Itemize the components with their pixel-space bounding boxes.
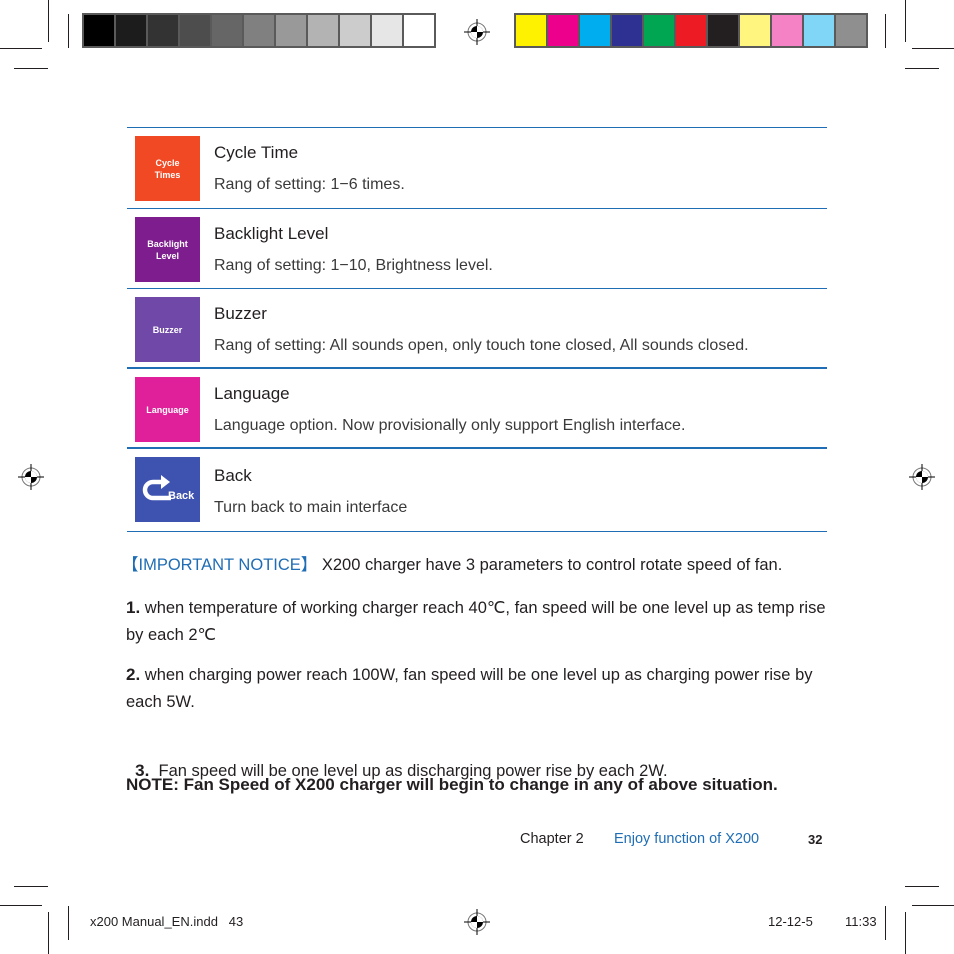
- tile-label: Backlight: [147, 238, 188, 249]
- tile-label: Level: [155, 250, 179, 261]
- buzzer-tile: Buzzer: [135, 297, 200, 362]
- color-swatch: [148, 15, 178, 46]
- color-swatch: [372, 15, 402, 46]
- notice-item-2: 2. when charging power reach 100W, fan s…: [126, 661, 838, 716]
- crop-mark: [14, 886, 48, 887]
- color-swatch: [340, 15, 370, 46]
- item-text: when charging power reach 100W, fan spee…: [126, 666, 813, 711]
- tile-label: Cycle: [155, 157, 180, 168]
- registration-mark-icon: [464, 909, 490, 935]
- setting-description: Rang of setting: All sounds open, only t…: [214, 337, 749, 354]
- color-swatch: [580, 15, 610, 46]
- registration-mark-icon: [464, 19, 490, 45]
- crop-mark: [905, 886, 939, 887]
- setting-description: Rang of setting: 1−10, Brightness level.: [214, 257, 493, 274]
- process-color-bar: [514, 13, 868, 48]
- color-swatch: [244, 15, 274, 46]
- item-number: 1.: [126, 598, 141, 617]
- setting-row-back: Back Back Turn back to main interface: [127, 447, 827, 532]
- color-swatch: [212, 15, 242, 46]
- registration-mark-icon: [909, 464, 935, 490]
- tile-label: Times: [154, 169, 181, 180]
- setting-description: Turn back to main interface: [214, 499, 408, 516]
- slug-date: 12-12-5: [768, 914, 813, 929]
- setting-description: Rang of setting: 1−6 times.: [214, 176, 405, 193]
- section-title: Enjoy function of X200: [614, 831, 760, 847]
- color-swatch: [676, 15, 706, 46]
- notice-label: 【IMPORTANT NOTICE】: [122, 556, 318, 574]
- color-swatch: [404, 15, 434, 46]
- backlight-level-tile: Backlight Level: [135, 217, 200, 282]
- grayscale-color-bar: [82, 13, 436, 48]
- chapter-label: Chapter 2: [520, 831, 584, 847]
- tile-label: Language: [146, 404, 189, 415]
- notice-item-1: 1. when temperature of working charger r…: [126, 594, 838, 649]
- important-notice: 【IMPORTANT NOTICE】 X200 charger have 3 p…: [122, 552, 834, 579]
- setting-row-buzzer: Buzzer Buzzer Rang of setting: All sound…: [127, 288, 827, 368]
- color-swatch: [548, 15, 578, 46]
- crop-mark: [0, 905, 42, 906]
- cycle-times-tile: Cycle Times: [135, 136, 200, 201]
- color-swatch: [804, 15, 834, 46]
- crop-mark: [0, 48, 42, 49]
- color-swatch: [84, 15, 114, 46]
- setting-row-cycle-time: Cycle Times Cycle Time Rang of setting: 1…: [127, 127, 827, 208]
- color-swatch: [612, 15, 642, 46]
- crop-mark: [912, 48, 954, 49]
- setting-title: Buzzer: [214, 304, 267, 323]
- notice-text: X200 charger have 3 parameters to contro…: [321, 556, 783, 574]
- language-tile: Language: [135, 377, 200, 442]
- crop-mark: [905, 912, 906, 954]
- tile-label: Buzzer: [152, 324, 183, 335]
- note: NOTE: Fan Speed of X200 charger will beg…: [126, 775, 778, 794]
- crop-mark: [885, 14, 886, 48]
- tile-label: Back: [168, 490, 195, 502]
- registration-mark-icon: [18, 464, 44, 490]
- crop-mark: [14, 68, 48, 69]
- crop-mark: [912, 905, 954, 906]
- slug-time: 11:33: [845, 914, 877, 929]
- color-swatch: [116, 15, 146, 46]
- crop-mark: [68, 14, 69, 48]
- color-swatch: [708, 15, 738, 46]
- item-text: when temperature of working charger reac…: [126, 599, 826, 644]
- setting-title: Cycle Time: [214, 143, 299, 162]
- color-swatch: [180, 15, 210, 46]
- color-swatch: [276, 15, 306, 46]
- crop-mark: [885, 906, 886, 940]
- page-number: 32: [808, 832, 823, 847]
- back-tile: Back: [135, 457, 200, 522]
- item-number: 2.: [126, 665, 141, 684]
- color-swatch: [644, 15, 674, 46]
- crop-mark: [905, 0, 906, 42]
- setting-title: Backlight Level: [214, 224, 329, 243]
- color-swatch: [740, 15, 770, 46]
- setting-title: Back: [214, 466, 252, 485]
- color-swatch: [308, 15, 338, 46]
- color-swatch: [516, 15, 546, 46]
- slug-filename: x200 Manual_EN.indd 43: [90, 914, 244, 929]
- crop-mark: [68, 906, 69, 940]
- crop-mark: [48, 912, 49, 954]
- color-swatch: [772, 15, 802, 46]
- setting-row-backlight-level: Backlight Level Backlight Level Rang of s…: [127, 208, 827, 289]
- crop-mark: [905, 68, 939, 69]
- setting-description: Language option. Now provisionally only …: [214, 417, 686, 434]
- crop-mark: [48, 0, 49, 42]
- setting-row-language: Language Language Language option. Now p…: [127, 367, 827, 448]
- setting-title: Language: [214, 384, 290, 403]
- color-swatch: [836, 15, 866, 46]
